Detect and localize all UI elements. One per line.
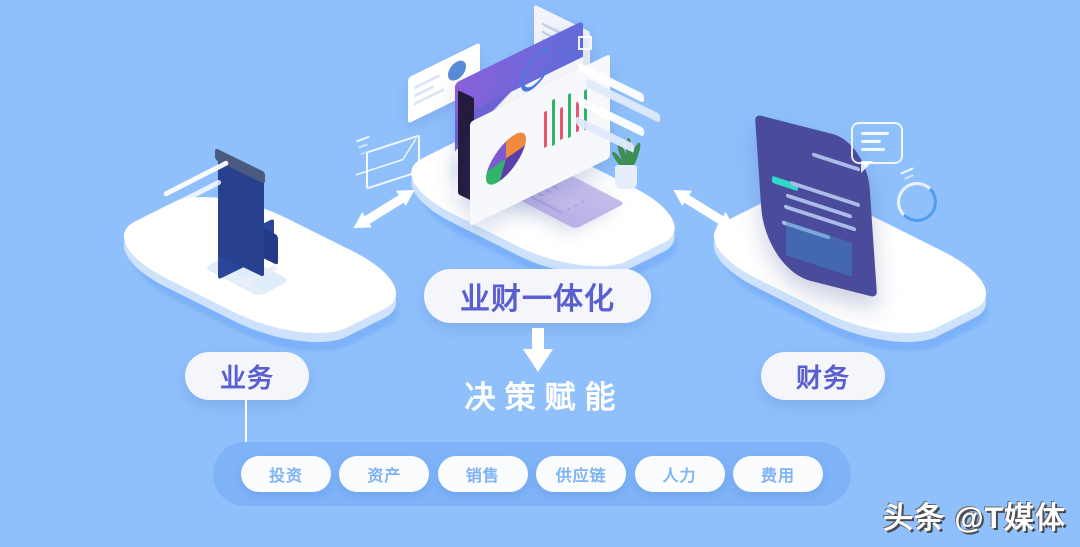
tag-label: 供应链	[555, 468, 607, 485]
tag-label: 销售	[465, 468, 500, 485]
tag-supply-chain[interactable]: 供应链	[536, 456, 627, 492]
tag-investment[interactable]: 投资	[241, 456, 331, 492]
watermark: 头条 @T媒体	[883, 502, 1066, 535]
tag-label: 费用	[760, 468, 795, 485]
pie-chart-icon	[486, 121, 526, 196]
tag-sales[interactable]: 销售	[437, 456, 528, 492]
center-title-pill[interactable]: 业财一体化	[424, 269, 651, 323]
arrow-down-icon	[523, 328, 553, 372]
center-title-label: 业财一体化	[460, 283, 615, 316]
tag-label: 人力	[662, 468, 697, 485]
node-label-business[interactable]: 业务	[185, 352, 309, 400]
tag-label: 投资	[268, 468, 303, 485]
business-label: 业务	[219, 362, 274, 393]
speech-bubble-icon	[851, 122, 903, 173]
center-caption: 决策赋能	[464, 380, 625, 415]
tag-assets[interactable]: 资产	[339, 456, 430, 492]
illustration-canvas: 业财一体化 决策赋能 业务 财务 投资 资产 销售 供应链 人力 费用 头条 @…	[0, 0, 1080, 547]
small-square	[578, 36, 592, 50]
tag-label: 资产	[367, 468, 402, 485]
finance-label: 财务	[795, 362, 850, 393]
tag-human-resources[interactable]: 人力	[634, 456, 725, 492]
tag-expenses[interactable]: 费用	[732, 456, 823, 492]
node-label-finance[interactable]: 财务	[761, 352, 885, 400]
tag-bar: 投资 资产 销售 供应链 人力 费用	[213, 442, 851, 506]
